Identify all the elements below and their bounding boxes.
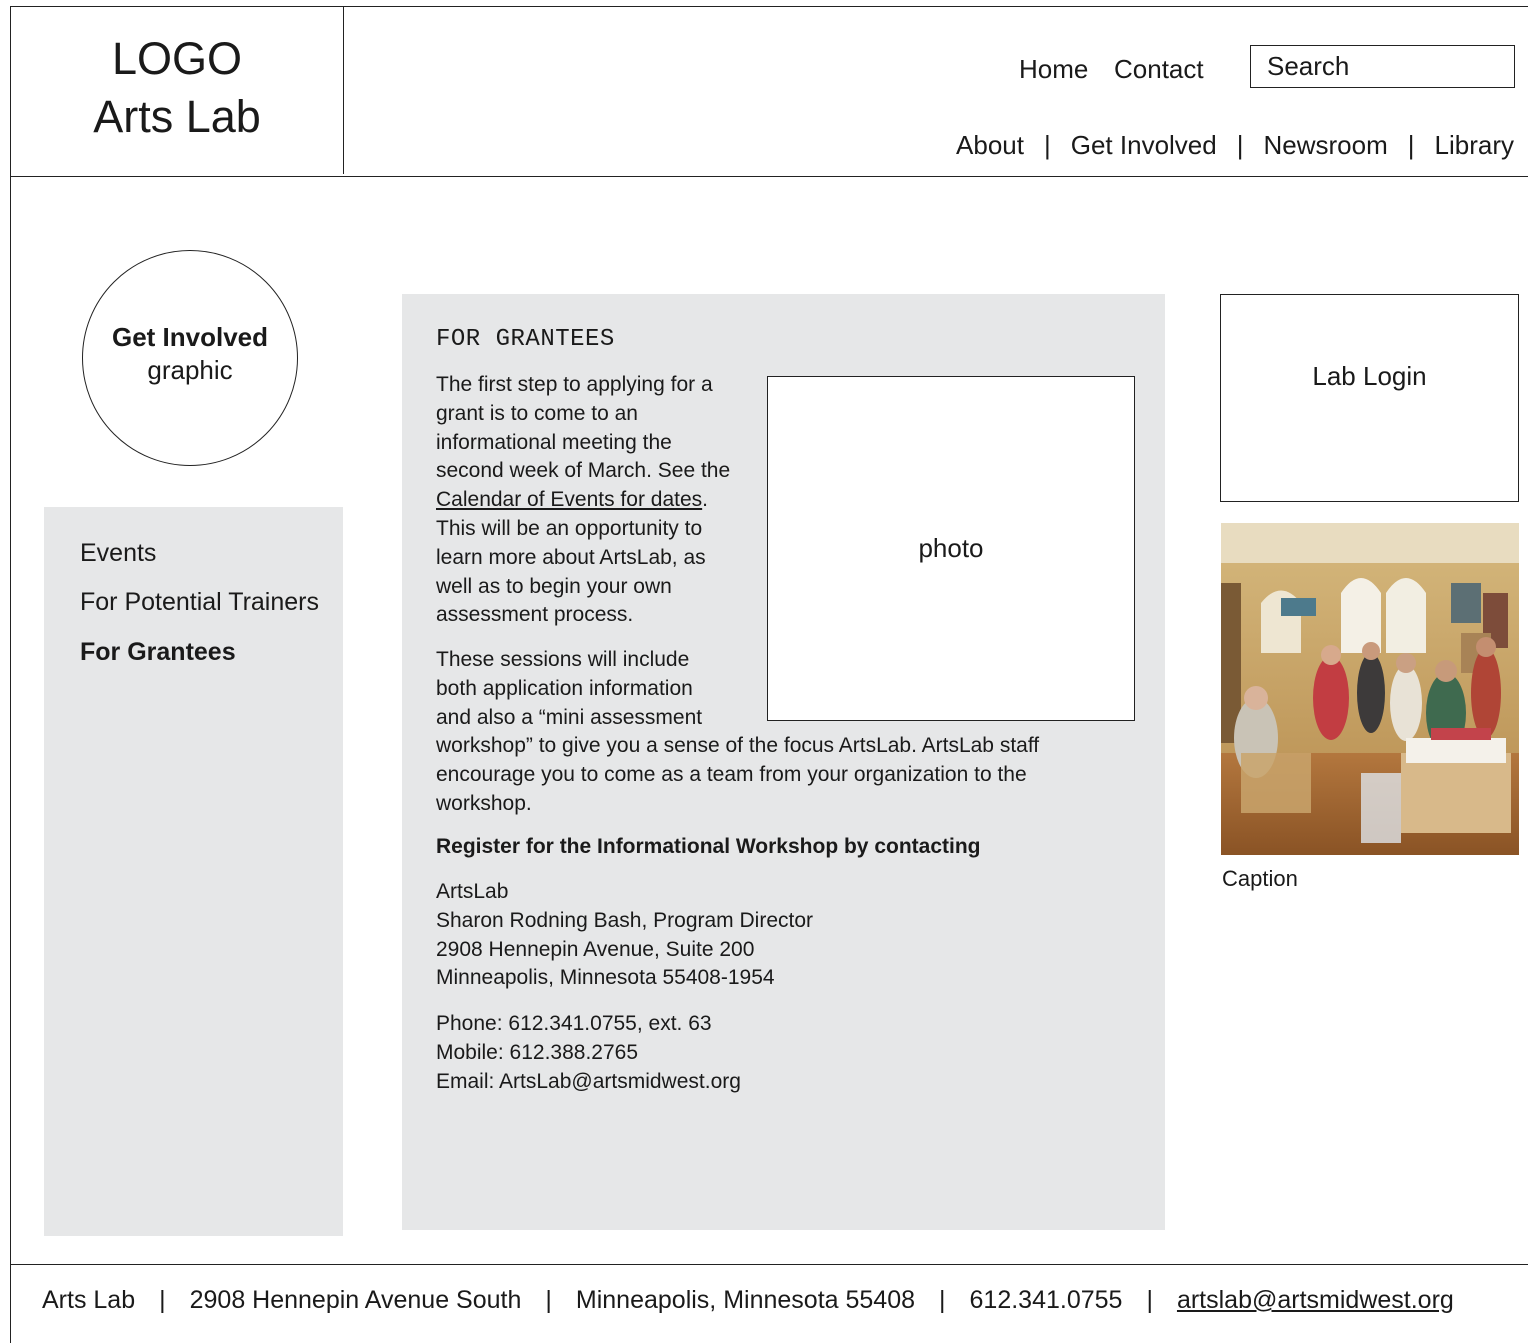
page-title: FOR GRANTEES bbox=[436, 326, 615, 353]
lab-login-box[interactable]: Lab Login bbox=[1220, 294, 1519, 502]
contact-link[interactable]: Contact bbox=[1114, 54, 1204, 85]
footer-divider bbox=[10, 1264, 1528, 1265]
footer-separator: | bbox=[939, 1286, 946, 1314]
address-line: Minneapolis, Minnesota 55408-1954 bbox=[436, 966, 775, 990]
mobile-line: Mobile: 612.388.2765 bbox=[436, 1040, 638, 1064]
paragraph-line: informational meeting the bbox=[436, 430, 672, 454]
paragraph-line: The first step to applying for a bbox=[436, 373, 713, 396]
search-input[interactable] bbox=[1250, 45, 1515, 88]
logo-divider bbox=[343, 6, 344, 174]
address-line: ArtsLab bbox=[436, 880, 509, 903]
phone-line: Phone: 612.341.0755, ext. 63 bbox=[436, 1012, 712, 1035]
logo-placeholder-text: LOGO bbox=[111, 33, 243, 84]
paragraph-line: assessment process. bbox=[436, 603, 634, 627]
footer-city: Minneapolis, Minnesota 55408 bbox=[575, 1286, 916, 1314]
home-link[interactable]: Home bbox=[1019, 54, 1088, 85]
nav-item-about[interactable]: About bbox=[956, 130, 1024, 161]
paragraph-line: These sessions will include bbox=[436, 648, 690, 671]
link-suffix: . bbox=[702, 488, 708, 512]
calendar-of-events-link[interactable]: Calendar of Events for dates bbox=[436, 488, 702, 511]
page-frame-left bbox=[10, 6, 11, 1343]
footer-org-name: Arts Lab bbox=[42, 1286, 136, 1314]
graphic-subtitle: graphic bbox=[147, 355, 233, 385]
email-line: Email: ArtsLab@artsmidwest.org bbox=[436, 1069, 741, 1093]
lab-login-label: Lab Login bbox=[1312, 361, 1427, 391]
sidebar-item-events[interactable]: Events bbox=[80, 539, 156, 568]
nav-separator: | bbox=[1236, 130, 1244, 160]
paragraph-line: workshop” to give you a sense of the foc… bbox=[436, 734, 1040, 758]
logo-site-name: Arts Lab bbox=[93, 91, 261, 142]
address-line: 2908 Hennepin Avenue, Suite 200 bbox=[436, 937, 755, 961]
paragraph-line: workshop. bbox=[436, 791, 532, 815]
footer-separator: | bbox=[545, 1286, 552, 1314]
contact-details: Phone: 612.341.0755, ext. 63 Mobile: 612… bbox=[436, 1010, 741, 1096]
address-line: Sharon Rodning Bash, Program Director bbox=[436, 908, 814, 932]
paragraph-line: second week of March. See the bbox=[436, 459, 731, 483]
paragraph-line: Calendar of Events for dates. bbox=[436, 486, 730, 515]
photo-caption: Caption bbox=[1222, 866, 1298, 891]
page-frame-top bbox=[10, 6, 1528, 7]
header-divider bbox=[10, 176, 1528, 177]
paragraph-line: This will be an opportunity to bbox=[436, 516, 703, 540]
footer-email-link[interactable]: artslab@artsmidwest.org bbox=[1177, 1286, 1454, 1315]
paragraph-line: and also a “mini assessment bbox=[436, 705, 703, 729]
nav-item-get-involved[interactable]: Get Involved bbox=[1071, 130, 1217, 161]
sidebar-item-grantees[interactable]: For Grantees bbox=[80, 638, 236, 667]
graphic-title: Get Involved bbox=[111, 322, 269, 352]
paragraph-line: encourage you to come as a team from you… bbox=[436, 763, 1027, 787]
register-heading: Register for the Informational Workshop … bbox=[436, 835, 981, 858]
paragraph-line: both application information bbox=[436, 676, 693, 700]
sessions-paragraph: These sessions will include both applica… bbox=[436, 646, 1039, 819]
intro-paragraph: The first step to applying for a grant i… bbox=[436, 371, 730, 630]
sidebar-item-potential-trainers[interactable]: For Potential Trainers bbox=[80, 588, 319, 617]
site-footer: Arts Lab | 2908 Hennepin Avenue South | … bbox=[42, 1286, 1454, 1315]
section-sidebar: Events For Potential Trainers For Grante… bbox=[44, 507, 343, 1236]
photo-placeholder-label: photo bbox=[918, 533, 984, 563]
contact-address: ArtsLab Sharon Rodning Bash, Program Dir… bbox=[436, 878, 813, 993]
paragraph-line: grant is to come to an bbox=[436, 401, 638, 425]
main-content: FOR GRANTEES photo The first step to app… bbox=[402, 294, 1165, 1230]
get-involved-graphic: Get Involved graphic bbox=[82, 250, 298, 466]
paragraph-line: well as to begin your own bbox=[436, 574, 672, 598]
site-logo[interactable]: LOGO Arts Lab bbox=[11, 30, 343, 146]
footer-separator: | bbox=[159, 1286, 166, 1314]
nav-separator: | bbox=[1407, 130, 1415, 160]
nav-separator: | bbox=[1043, 130, 1051, 160]
nav-item-newsroom[interactable]: Newsroom bbox=[1264, 130, 1388, 161]
footer-separator: | bbox=[1146, 1286, 1153, 1314]
paragraph-line: learn more about ArtsLab, as bbox=[436, 545, 706, 569]
nav-item-library[interactable]: Library bbox=[1435, 130, 1514, 161]
gallery-photo bbox=[1221, 523, 1519, 855]
footer-phone: 612.341.0755 bbox=[969, 1286, 1123, 1314]
footer-address: 2908 Hennepin Avenue South bbox=[189, 1286, 522, 1314]
main-navigation: About | Get Involved | Newsroom | Librar… bbox=[956, 130, 1514, 161]
